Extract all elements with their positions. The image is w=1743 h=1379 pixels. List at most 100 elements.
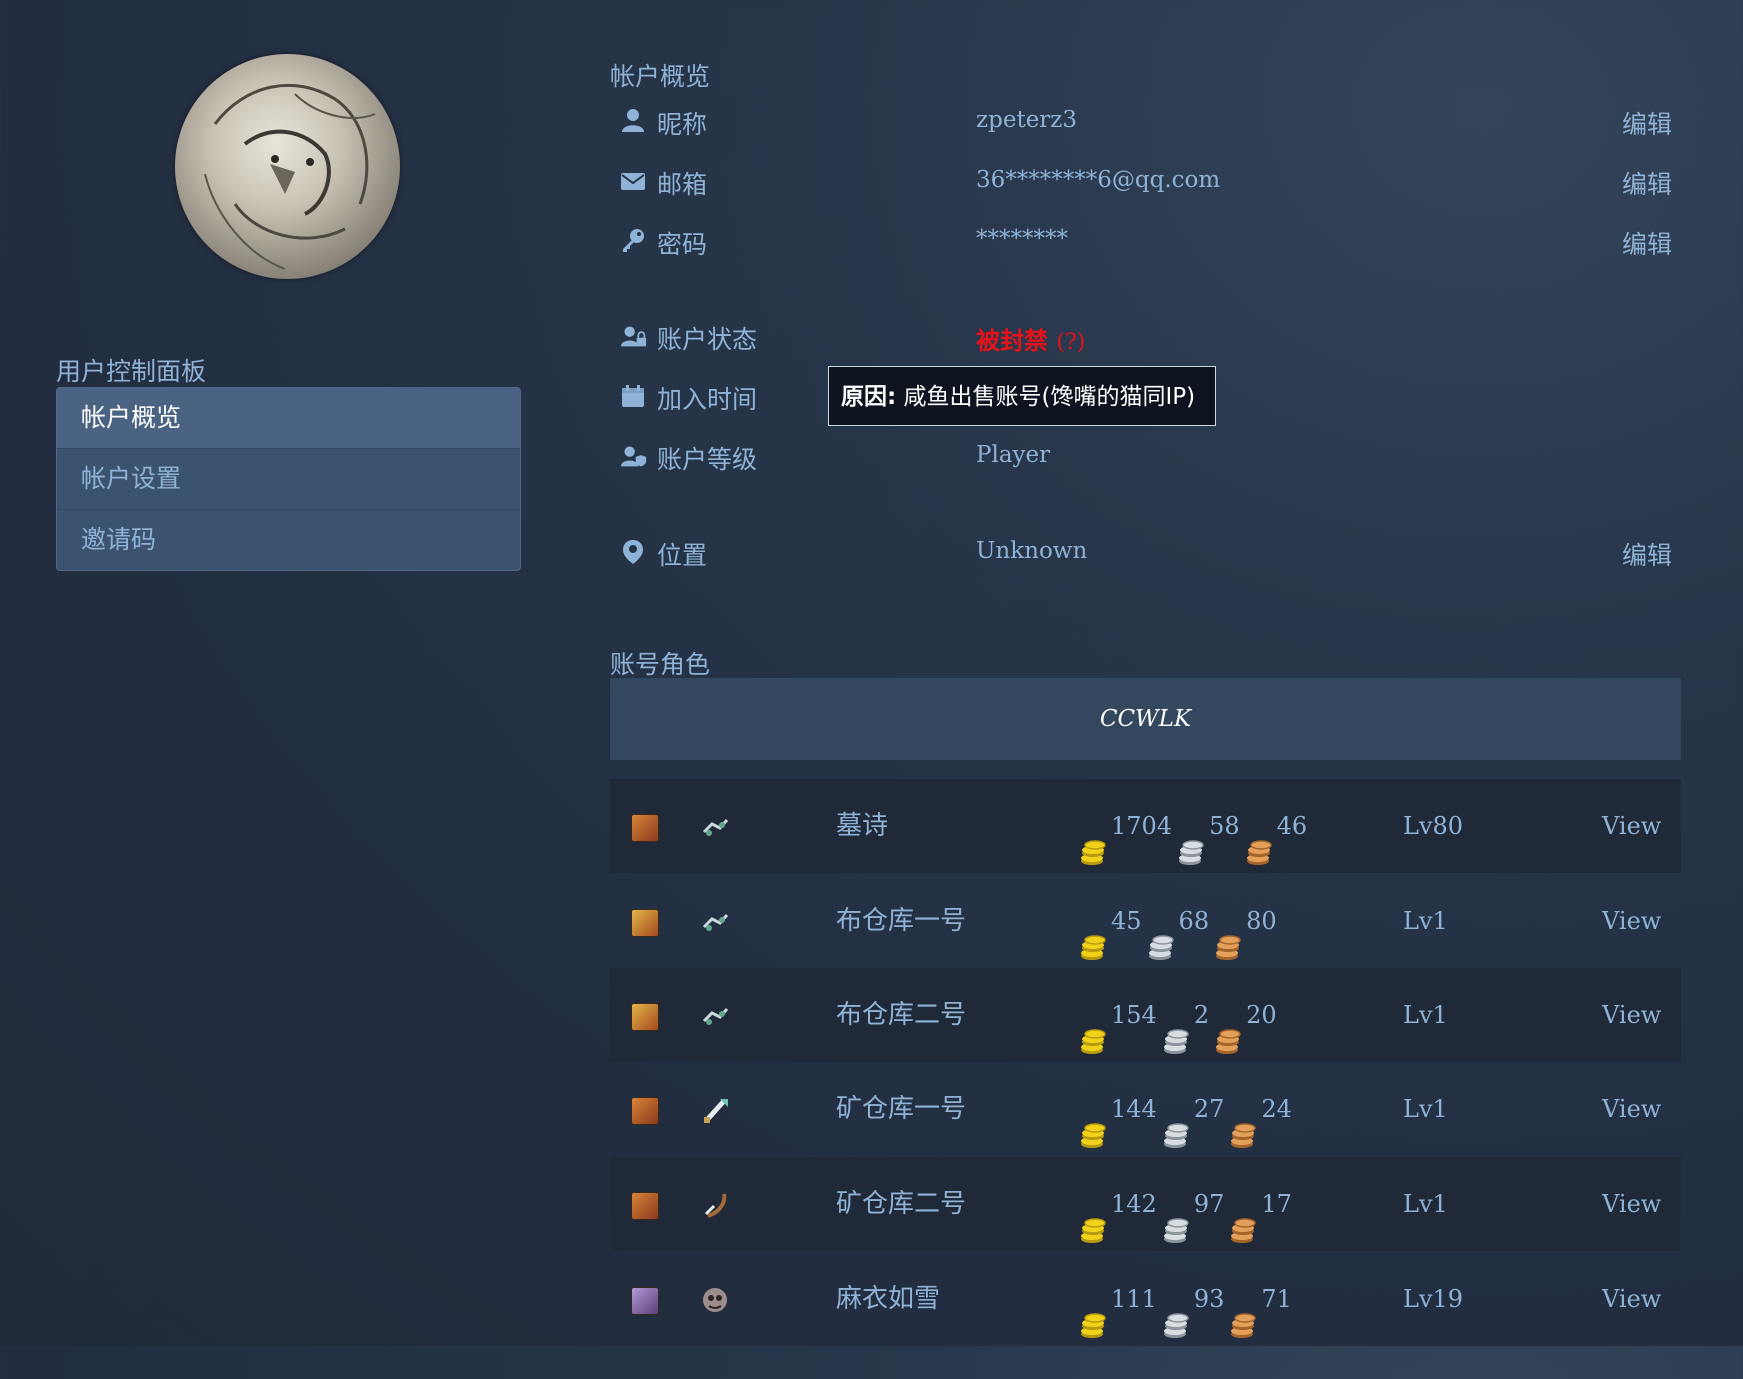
nickname-label: 昵称: [657, 110, 708, 139]
character-name[interactable]: 矿仓库二号: [836, 1157, 966, 1251]
character-level: Lv1: [1403, 1001, 1448, 1029]
gold-coin-icon: [1078, 812, 1108, 865]
sidebar-item-settings[interactable]: 帐户设置: [57, 448, 520, 509]
character-money: 111 93 71: [1078, 1252, 1296, 1346]
silver-coin-icon: [1176, 812, 1206, 865]
copper-value: 46: [1276, 812, 1308, 840]
email-value: 36********6@qq.com: [976, 167, 1221, 193]
copper-coin-icon: [1228, 1190, 1258, 1243]
edit-email-link[interactable]: 编辑: [1622, 165, 1672, 201]
character-money: 1704 58 46: [1078, 779, 1311, 873]
druid-class-icon: [700, 1285, 730, 1315]
sidebar-item-overview[interactable]: 帐户概览: [57, 388, 520, 448]
nickname-value: zpeterz3: [976, 107, 1078, 133]
silver-value: 58: [1209, 812, 1240, 840]
status-help-link[interactable]: (?): [1056, 330, 1085, 355]
edit-location-link[interactable]: 编辑: [1622, 536, 1672, 572]
tooltip-text: 咸鱼出售账号(馋嘴的猫同IP): [903, 384, 1196, 410]
view-character-link[interactable]: View: [1602, 968, 1661, 1062]
user-shield-icon: [621, 443, 647, 469]
rogue-class-icon: [700, 1001, 730, 1031]
copper-coin-icon: [1213, 1001, 1243, 1054]
email-label: 邮箱: [657, 170, 708, 199]
copper-coin-icon: [1213, 907, 1243, 960]
character-level: Lv80: [1403, 812, 1464, 840]
nightelf-female-icon: [631, 1287, 659, 1315]
realm-header: CCWLK: [610, 678, 1681, 760]
gold-coin-icon: [1078, 1285, 1108, 1338]
silver-value: 68: [1178, 907, 1210, 935]
copper-value: 17: [1261, 1190, 1292, 1218]
copper-value: 24: [1261, 1095, 1292, 1123]
human-female-icon: [631, 814, 659, 842]
dwarf-female-icon: [631, 1003, 659, 1031]
gold-coin-icon: [1078, 1001, 1108, 1054]
view-character-link[interactable]: View: [1602, 779, 1661, 873]
gold-value: 45: [1111, 907, 1142, 935]
copper-coin-icon: [1228, 1095, 1258, 1148]
silver-coin-icon: [1146, 907, 1176, 960]
character-row: 矿仓库一号 144 27 24 Lv1 View: [610, 1062, 1681, 1156]
character-level: Lv19: [1403, 1285, 1464, 1313]
panel-title: 用户控制面板: [56, 357, 207, 386]
view-character-link[interactable]: View: [1602, 874, 1661, 968]
edit-nickname-link[interactable]: 编辑: [1622, 105, 1672, 141]
view-character-link[interactable]: View: [1602, 1252, 1661, 1346]
tooltip-prefix: 原因:: [841, 384, 897, 410]
view-character-link[interactable]: View: [1602, 1062, 1661, 1156]
key-icon: [620, 227, 646, 253]
character-row: 麻衣如雪 111 93 71 Lv19 View: [610, 1252, 1681, 1346]
gold-value: 144: [1111, 1095, 1157, 1123]
copper-value: 71: [1261, 1285, 1292, 1313]
view-character-link[interactable]: View: [1602, 1157, 1661, 1251]
warrior-class-icon: [700, 1095, 730, 1125]
gold-coin-icon: [1078, 907, 1108, 960]
character-row: 矿仓库二号 142 97 17 Lv1 View: [610, 1157, 1681, 1251]
rank-label: 账户等级: [657, 445, 758, 474]
character-name[interactable]: 布仓库二号: [836, 968, 966, 1062]
gold-value: 1704: [1111, 812, 1173, 840]
status-badge: 被封禁 (?): [976, 321, 1085, 356]
characters-title: 账号角色: [610, 650, 711, 679]
rank-value: Player: [976, 442, 1051, 468]
edit-password-link[interactable]: 编辑: [1622, 225, 1672, 261]
status-label: 账户状态: [657, 325, 758, 354]
character-money: 45 68 80: [1078, 874, 1281, 968]
hunter-class-icon: [700, 1190, 730, 1220]
status-value: 被封禁: [976, 327, 1048, 355]
character-money: 154 2 20: [1078, 968, 1281, 1062]
map-pin-icon: [620, 539, 646, 565]
character-row: 墓诗 1704 58 46 Lv80 View: [610, 779, 1681, 873]
copper-coin-icon: [1228, 1285, 1258, 1338]
silver-coin-icon: [1161, 1095, 1191, 1148]
rogue-class-icon: [700, 907, 730, 937]
ban-reason-tooltip: 原因: 咸鱼出售账号(馋嘴的猫同IP): [828, 366, 1216, 426]
join-time-label: 加入时间: [657, 385, 758, 414]
rogue-class-icon: [700, 812, 730, 842]
human-female-icon: [631, 1097, 659, 1125]
character-level: Lv1: [1403, 907, 1448, 935]
silver-value: 2: [1193, 1001, 1210, 1029]
envelope-icon: [620, 168, 646, 194]
user-lock-icon: [621, 323, 647, 349]
silver-coin-icon: [1161, 1190, 1191, 1243]
character-name[interactable]: 麻衣如雪: [836, 1252, 940, 1346]
silver-value: 97: [1193, 1190, 1225, 1218]
user-icon: [620, 107, 646, 133]
character-money: 144 27 24: [1078, 1062, 1296, 1156]
gold-value: 154: [1111, 1001, 1157, 1029]
user-avatar: [175, 54, 400, 279]
character-name[interactable]: 墓诗: [836, 779, 888, 873]
human-female-icon: [631, 1192, 659, 1220]
character-name[interactable]: 矿仓库一号: [836, 1062, 966, 1156]
calendar-icon: [620, 383, 646, 409]
copper-value: 80: [1246, 907, 1277, 935]
location-value: Unknown: [976, 538, 1088, 564]
gold-value: 111: [1111, 1285, 1157, 1313]
silver-coin-icon: [1161, 1285, 1191, 1338]
character-level: Lv1: [1403, 1095, 1448, 1123]
silver-value: 93: [1193, 1285, 1225, 1313]
password-value: ********: [976, 226, 1068, 252]
sidebar-item-invite-code[interactable]: 邀请码: [57, 509, 520, 570]
character-name[interactable]: 布仓库一号: [836, 874, 966, 968]
